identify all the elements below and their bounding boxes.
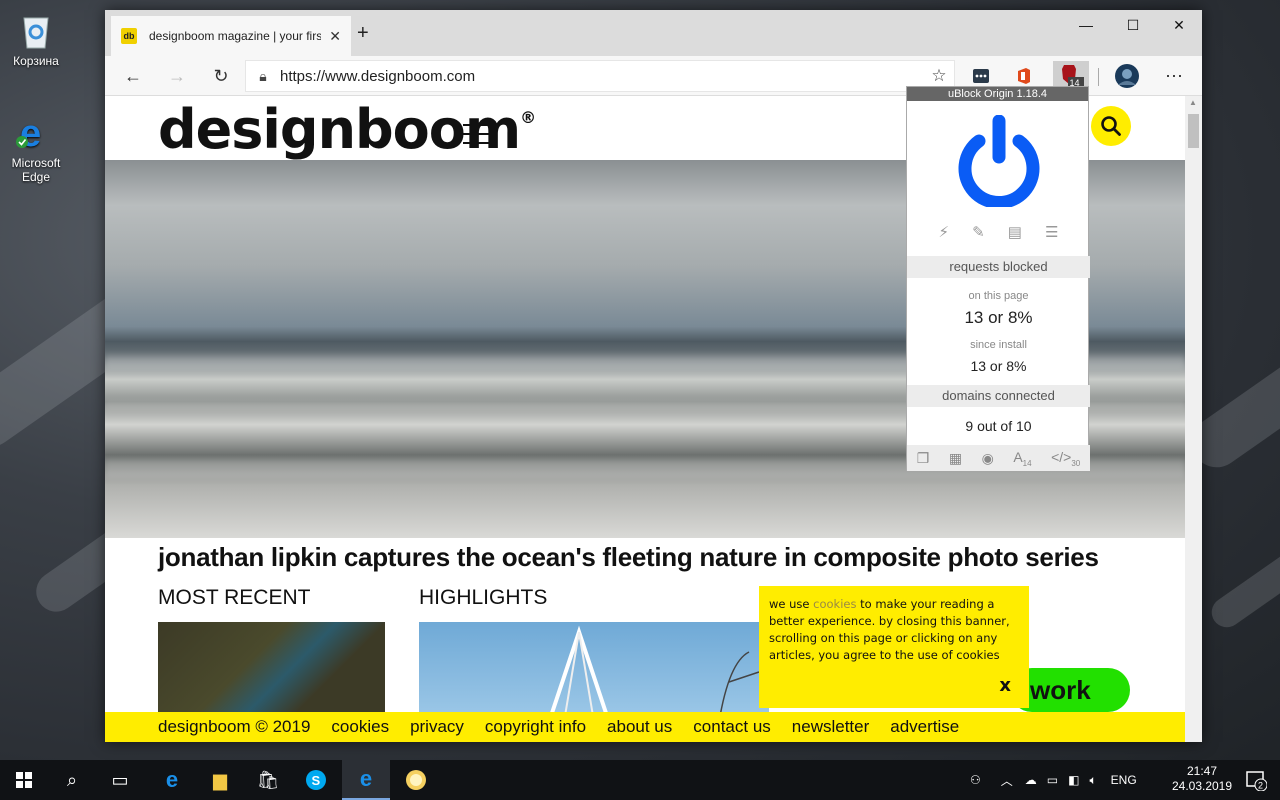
power-icon[interactable] bbox=[955, 114, 1043, 209]
ublock-popup: uBlock Origin 1.18.4 ⚡︎ ✎ ▤ ☰ requests b… bbox=[906, 86, 1090, 471]
cookie-close-button[interactable]: x bbox=[999, 677, 1011, 695]
footer-link-cookies[interactable]: cookies bbox=[331, 717, 389, 737]
since-install-value: 13 or 8% bbox=[970, 358, 1027, 374]
article-headline[interactable]: jonathan lipkin captures the ocean's fle… bbox=[158, 542, 1099, 573]
since-install-label: since install bbox=[970, 339, 1027, 351]
on-this-page-label: on this page bbox=[968, 290, 1029, 302]
people-icon[interactable]: ⚇ bbox=[970, 773, 981, 787]
recycle-bin-icon bbox=[16, 10, 56, 50]
on-this-page-value: 13 or 8% bbox=[964, 308, 1033, 327]
article-thumbnail[interactable] bbox=[158, 622, 385, 722]
logger-icon[interactable]: ▤ bbox=[1008, 223, 1022, 241]
language-indicator[interactable]: ENG bbox=[1111, 773, 1137, 787]
browser-tab[interactable]: db designboom magazine | your firs ✕ bbox=[111, 16, 351, 56]
favicon: db bbox=[121, 28, 137, 44]
battery-icon[interactable]: ▭ bbox=[1047, 773, 1058, 787]
task-view-icon[interactable]: ▭ bbox=[96, 760, 144, 800]
footer-link-advertise[interactable]: advertise bbox=[890, 717, 959, 737]
section-highlights: HIGHLIGHTS bbox=[419, 586, 548, 609]
title-bar: db designboom magazine | your firs ✕ + —… bbox=[105, 10, 1202, 56]
back-icon[interactable]: ← bbox=[119, 62, 147, 90]
system-tray: ⚇ ︿ ☁ ▭ ◧ 🔈︎ ENG bbox=[970, 760, 1137, 800]
profile-avatar[interactable] bbox=[1113, 62, 1141, 90]
desktop-icon-label: Microsoft Edge bbox=[11, 156, 61, 184]
footer-copyright: designboom © 2019 bbox=[158, 717, 311, 736]
app-taskbar-icon[interactable] bbox=[392, 760, 440, 800]
article-thumbnail[interactable] bbox=[419, 622, 769, 723]
close-window-icon[interactable]: ✕ bbox=[1156, 10, 1202, 40]
clock-date: 24.03.2019 bbox=[1171, 779, 1233, 793]
footer-link-privacy[interactable]: privacy bbox=[410, 717, 464, 737]
file-explorer-icon[interactable]: ▆ bbox=[196, 760, 244, 800]
start-icon[interactable] bbox=[0, 760, 48, 800]
requests-blocked-header: requests blocked bbox=[907, 256, 1090, 278]
url-text: https://www.designboom.com bbox=[280, 67, 476, 85]
notifications-icon[interactable]: 2 bbox=[1232, 760, 1280, 800]
site-footer: designboom © 2019 cookies privacy copyri… bbox=[105, 712, 1185, 742]
clock[interactable]: 21:47 24.03.2019 bbox=[1170, 764, 1234, 794]
address-bar[interactable]: 🔒︎ https://www.designboom.com ☆ bbox=[245, 60, 955, 92]
cookie-banner: we use cookies to make your reading a be… bbox=[759, 586, 1029, 708]
cookie-text-before: we use bbox=[769, 597, 814, 611]
new-tab-icon[interactable]: + bbox=[357, 22, 369, 45]
cosmetic-filter-icon[interactable]: ◉ bbox=[982, 450, 994, 467]
lightning-icon[interactable]: ⚡︎ bbox=[939, 223, 950, 241]
tab-title: designboom magazine | your firs bbox=[149, 29, 322, 43]
store-icon[interactable]: 🛍︎ bbox=[244, 760, 292, 800]
desktop-icon-label: Корзина bbox=[13, 54, 59, 68]
lock-icon: 🔒︎ bbox=[259, 67, 267, 84]
close-tab-icon[interactable]: ✕ bbox=[329, 28, 341, 45]
scrollbar-thumb[interactable] bbox=[1188, 114, 1199, 148]
refresh-icon[interactable]: ↻ bbox=[207, 62, 235, 90]
domains-connected-header: domains connected bbox=[907, 385, 1090, 407]
fonts-icon[interactable]: A14 bbox=[1013, 449, 1031, 468]
more-menu-icon[interactable]: ⋯ bbox=[1160, 62, 1188, 90]
edge-active-taskbar-icon[interactable]: e bbox=[342, 760, 390, 800]
settings-sliders-icon[interactable]: ☰ bbox=[1045, 223, 1058, 241]
favorite-star-icon[interactable]: ☆ bbox=[924, 66, 954, 86]
hamburger-menu-icon[interactable] bbox=[463, 124, 495, 151]
minimize-icon[interactable]: — bbox=[1063, 10, 1109, 40]
desktop-icon-edge[interactable]: e Microsoft Edge bbox=[1, 112, 71, 184]
footer-link-about[interactable]: about us bbox=[607, 717, 672, 737]
cookie-link[interactable]: cookies bbox=[813, 597, 856, 611]
forward-icon[interactable]: → bbox=[163, 62, 191, 90]
media-icon[interactable]: ▦ bbox=[949, 450, 962, 467]
toolbar-separator bbox=[1098, 68, 1099, 86]
domains-connected-value: 9 out of 10 bbox=[965, 418, 1032, 434]
ublock-bottom-bar: ❐ ▦ ◉ A14 </>30 bbox=[907, 445, 1090, 471]
search-icon[interactable] bbox=[1091, 106, 1131, 146]
ublock-tools: ⚡︎ ✎ ▤ ☰ bbox=[907, 223, 1090, 241]
footer-link-newsletter[interactable]: newsletter bbox=[792, 717, 869, 737]
edge-icon: e bbox=[16, 112, 56, 155]
edge-taskbar-icon[interactable]: e bbox=[148, 760, 196, 800]
ublock-title: uBlock Origin 1.18.4 bbox=[907, 87, 1088, 101]
page-scrollbar[interactable]: ▲ bbox=[1185, 96, 1202, 742]
footer-link-copyright[interactable]: copyright info bbox=[485, 717, 586, 737]
scripts-icon[interactable]: </>30 bbox=[1051, 449, 1080, 468]
skype-icon[interactable]: S bbox=[292, 760, 340, 800]
clock-time: 21:47 bbox=[1186, 764, 1218, 778]
volume-icon[interactable]: 🔈︎ bbox=[1089, 773, 1096, 788]
network-icon[interactable]: ◧ bbox=[1068, 773, 1079, 787]
desktop-icon-recycle-bin[interactable]: Корзина bbox=[1, 10, 71, 68]
popups-icon[interactable]: ❐ bbox=[917, 450, 930, 467]
chevron-up-icon[interactable]: ︿ bbox=[1001, 772, 1013, 789]
cloud-icon[interactable]: ☁ bbox=[1025, 773, 1037, 787]
search-taskbar-icon[interactable]: ⌕ bbox=[48, 760, 96, 800]
footer-link-contact[interactable]: contact us bbox=[693, 717, 771, 737]
svg-text:S: S bbox=[312, 773, 321, 788]
eyedropper-icon[interactable]: ✎ bbox=[972, 223, 985, 241]
maximize-icon[interactable]: ☐ bbox=[1110, 10, 1156, 40]
notification-count: 2 bbox=[1258, 781, 1263, 791]
taskbar: ⌕ ▭ e ▆ 🛍︎ S e ⚇ ︿ ☁ ▭ ◧ 🔈︎ ENG 21:47 24… bbox=[0, 760, 1280, 800]
section-most-recent: MOST RECENT bbox=[158, 586, 311, 609]
